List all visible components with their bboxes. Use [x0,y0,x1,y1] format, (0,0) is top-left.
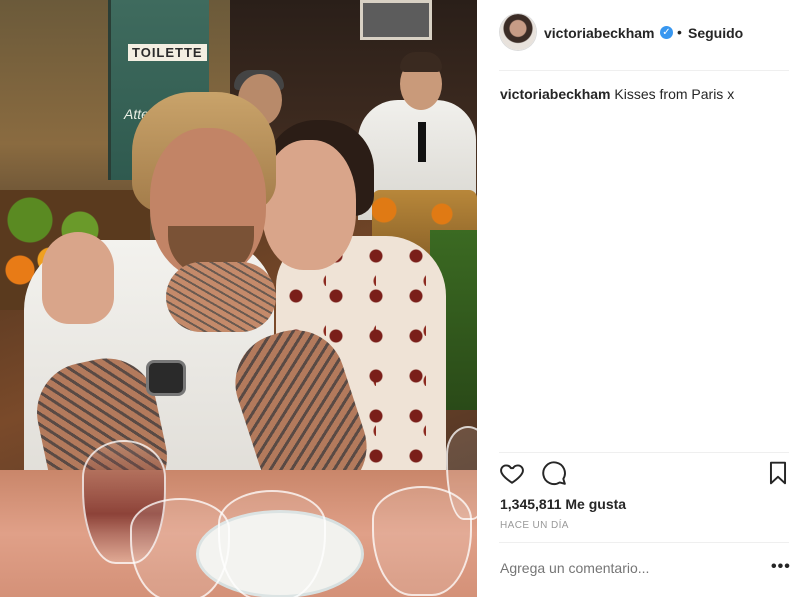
bookmark-icon[interactable] [765,460,791,486]
post-caption: victoriabeckham Kisses from Paris x [500,86,734,102]
toilette-sign: TOILETTE [128,44,207,61]
actions-divider [499,452,789,453]
verified-badge-icon: ✓ [660,26,673,39]
separator-dot: • [677,24,682,40]
avatar[interactable] [500,14,536,50]
header-divider [499,70,789,71]
water-glass [218,490,326,597]
woman-face [262,140,356,270]
header-username[interactable]: victoriabeckham [544,25,655,41]
comment-divider [499,542,789,543]
waiter-hair [400,52,442,72]
action-bar [499,460,789,490]
woman-hand [42,232,114,324]
heart-icon[interactable] [499,460,525,486]
post-photo[interactable]: TOILETTE Atten [0,0,477,597]
post-header: victoriabeckham ✓ • Seguido [477,0,798,67]
post-side-panel: victoriabeckham ✓ • Seguido victoriabeck… [477,0,798,597]
wall-frame [360,0,432,40]
caption-text: Kisses from Paris x [614,86,735,102]
man-clasped-hands [166,262,276,332]
caption-username[interactable]: victoriabeckham [500,86,611,102]
follow-button[interactable]: Seguido [688,25,743,41]
comment-input[interactable] [500,558,720,578]
waiter-tie [418,122,426,162]
more-options-icon[interactable]: ••• [771,558,791,576]
comment-icon[interactable] [541,460,567,486]
water-glass [130,498,230,597]
wristwatch [146,360,186,396]
post-timestamp[interactable]: HACE UN DÍA [500,520,569,531]
likes-count[interactable]: 1,345,811 Me gusta [500,496,626,512]
